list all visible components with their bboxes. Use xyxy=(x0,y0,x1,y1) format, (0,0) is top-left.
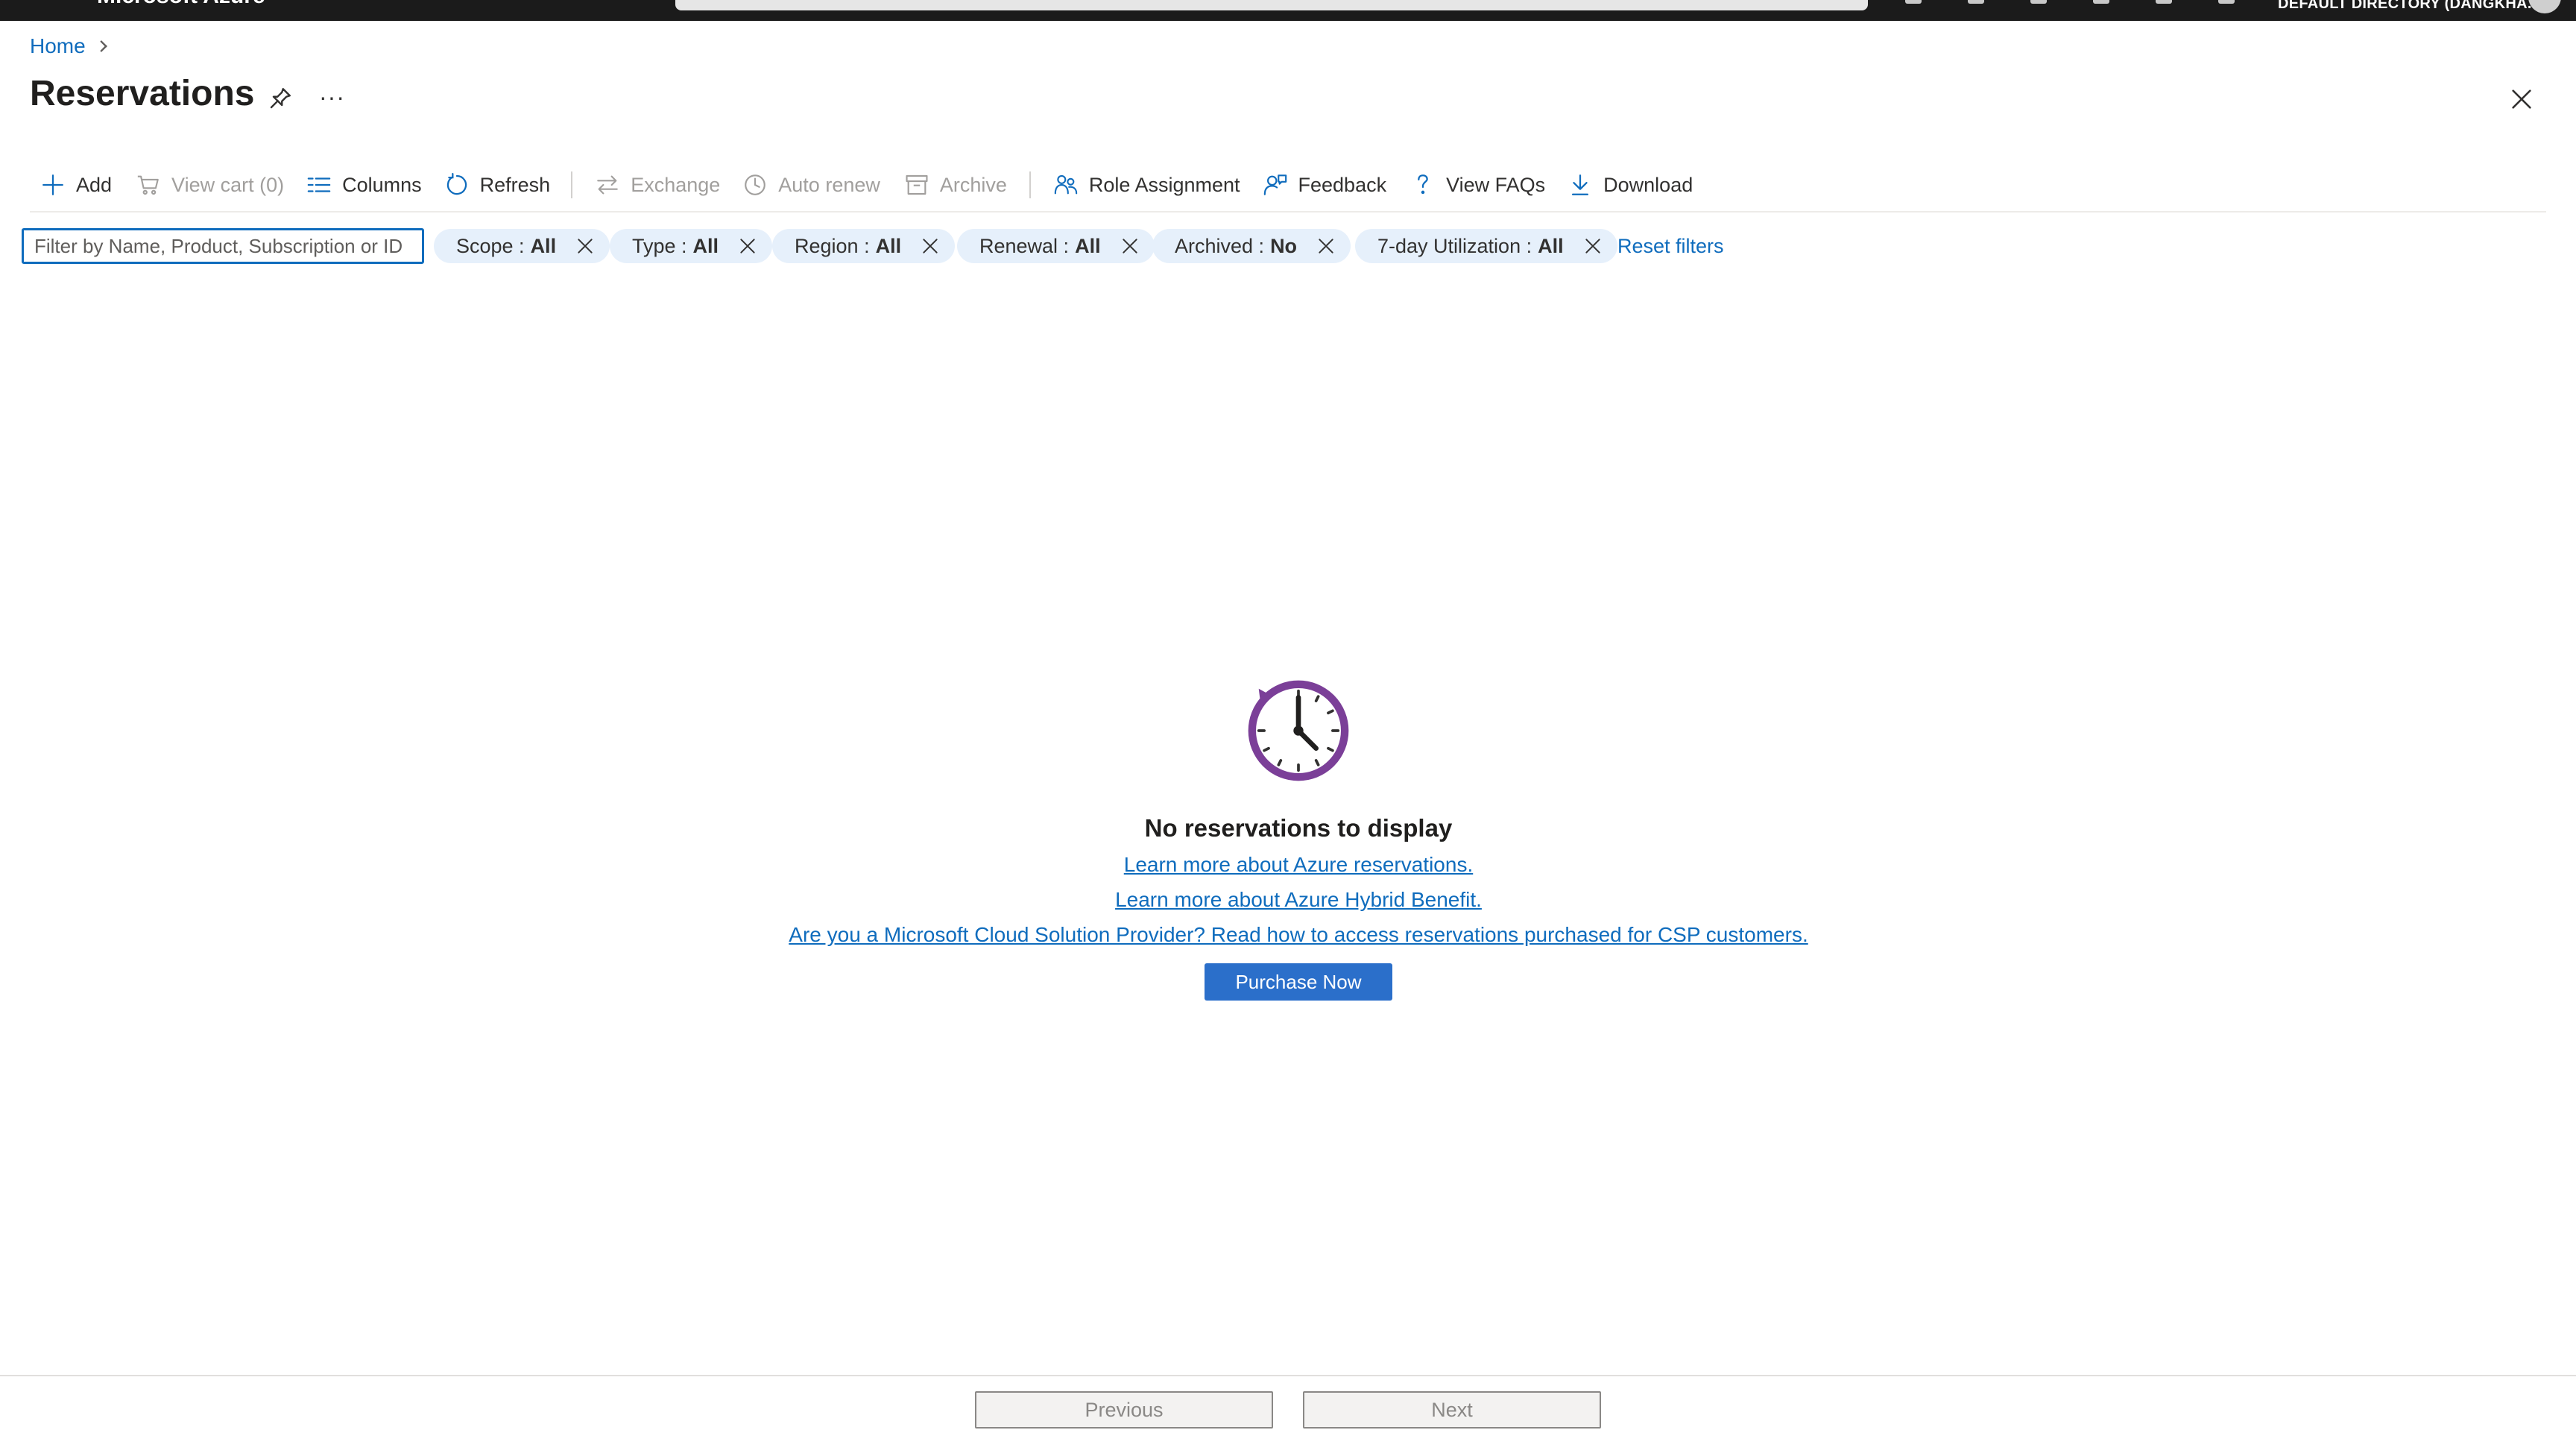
directory-name[interactable]: DEFAULT DIRECTORY (DANGKHA... xyxy=(2278,0,2540,13)
add-button-label: Add xyxy=(76,173,113,196)
view-cart-button[interactable]: View cart (0) xyxy=(136,172,284,198)
close-icon[interactable] xyxy=(1583,236,1603,256)
columns-button[interactable]: Columns xyxy=(306,172,422,198)
learn-hybrid-benefit-link[interactable]: Learn more about Azure Hybrid Benefit. xyxy=(0,888,2576,912)
exchange-icon xyxy=(597,175,618,195)
clock-icon xyxy=(1248,680,1349,781)
previous-page-button[interactable]: Previous xyxy=(975,1391,1273,1429)
filter-pill-label: Type : xyxy=(632,234,687,257)
filter-pill-value: No xyxy=(1270,234,1298,257)
close-icon[interactable] xyxy=(1120,236,1140,256)
feedback-button[interactable]: Feedback xyxy=(1263,172,1387,198)
view-faqs-label: View FAQs xyxy=(1446,173,1546,196)
auto-renew-label: Auto renew xyxy=(778,173,880,196)
exchange-button[interactable]: Exchange xyxy=(595,172,720,198)
download-button[interactable]: Download xyxy=(1568,172,1693,198)
download-label: Download xyxy=(1603,173,1693,196)
filter-pill-label: Region : xyxy=(795,234,870,257)
question-icon xyxy=(1418,174,1428,195)
help-icon[interactable] xyxy=(2156,0,2172,4)
filter-pill-label: Renewal : xyxy=(979,234,1070,257)
command-separator xyxy=(1029,171,1031,198)
close-icon[interactable] xyxy=(2509,86,2534,112)
filter-pill-utilization[interactable]: 7-day Utilization : All xyxy=(1355,229,1617,263)
archive-button[interactable]: Archive xyxy=(904,172,1007,198)
more-options-icon[interactable]: ··· xyxy=(319,84,345,111)
command-bar: Add View cart (0) Columns Refresh Exchan… xyxy=(30,166,1693,204)
filter-pill-scope[interactable]: Scope : All xyxy=(434,229,610,263)
learn-reservations-link[interactable]: Learn more about Azure reservations. xyxy=(0,853,2576,877)
filter-pill-value: All xyxy=(1075,234,1101,257)
filter-search-input[interactable] xyxy=(22,228,424,264)
archive-label: Archive xyxy=(939,173,1007,196)
view-faqs-button[interactable]: View FAQs xyxy=(1410,172,1545,198)
reset-filters-link[interactable]: Reset filters xyxy=(1617,235,1724,258)
refresh-icon xyxy=(446,172,467,195)
close-icon[interactable] xyxy=(1316,236,1336,256)
notifications-icon[interactable] xyxy=(1968,0,1984,4)
close-icon[interactable] xyxy=(738,236,757,256)
filter-pill-renewal[interactable]: Renewal : All xyxy=(957,229,1155,263)
filter-pill-value: All xyxy=(1538,234,1564,257)
download-icon xyxy=(1572,174,1589,195)
pin-icon[interactable] xyxy=(267,85,294,112)
people-icon xyxy=(1054,174,1078,195)
feedback-label: Feedback xyxy=(1298,173,1387,196)
filter-pill-archived[interactable]: Archived : No xyxy=(1152,229,1351,263)
filter-pill-type[interactable]: Type : All xyxy=(610,229,773,263)
empty-state-title: No reservations to display xyxy=(1144,814,1453,842)
plus-icon xyxy=(42,174,63,195)
columns-icon xyxy=(307,177,331,192)
global-search-input[interactable] xyxy=(675,0,1868,10)
purchase-now-button[interactable]: Purchase Now xyxy=(1205,963,1392,1001)
filter-pill-label: 7-day Utilization : xyxy=(1377,234,1532,257)
close-icon[interactable] xyxy=(575,236,595,256)
chevron-right-icon xyxy=(95,40,107,52)
role-assignment-button[interactable]: Role Assignment xyxy=(1053,172,1240,198)
command-separator xyxy=(571,171,573,198)
breadcrumb: Home xyxy=(30,34,107,58)
next-page-button[interactable]: Next xyxy=(1303,1391,1601,1429)
feedback-top-icon[interactable] xyxy=(2218,0,2235,4)
top-navigation-bar: Microsoft Azure DEFAULT DIRECTORY (DANGK… xyxy=(0,0,2576,21)
columns-label: Columns xyxy=(342,173,422,196)
archive-icon xyxy=(906,174,928,195)
refresh-label: Refresh xyxy=(479,173,551,196)
role-assignment-label: Role Assignment xyxy=(1088,173,1240,196)
csp-reservations-link[interactable]: Are you a Microsoft Cloud Solution Provi… xyxy=(0,923,2576,947)
auto-renew-button[interactable]: Auto renew xyxy=(742,172,880,198)
footer-divider xyxy=(0,1375,2576,1376)
cart-icon xyxy=(137,175,159,195)
cloud-shell-icon[interactable] xyxy=(1905,0,1922,4)
brand-name[interactable]: Microsoft Azure xyxy=(97,0,265,9)
clock-icon xyxy=(745,174,766,195)
filter-pill-region[interactable]: Region : All xyxy=(772,229,956,263)
filter-pill-label: Scope : xyxy=(456,234,525,257)
page-title: Reservations xyxy=(30,74,255,113)
command-bar-divider xyxy=(30,211,2546,212)
settings-icon[interactable] xyxy=(2030,0,2047,4)
breadcrumb-home-link[interactable]: Home xyxy=(30,34,86,58)
view-cart-label: View cart (0) xyxy=(171,173,285,196)
filter-pill-value: All xyxy=(692,234,719,257)
filter-pill-label: Archived : xyxy=(1175,234,1265,257)
close-icon[interactable] xyxy=(921,236,940,256)
feedback-icon xyxy=(1263,174,1287,195)
refresh-button[interactable]: Refresh xyxy=(444,172,551,198)
filter-pill-value: All xyxy=(530,234,557,257)
support-icon[interactable] xyxy=(2093,0,2109,4)
exchange-label: Exchange xyxy=(631,173,721,196)
filter-pill-value: All xyxy=(875,234,902,257)
add-button[interactable]: Add xyxy=(40,172,112,198)
topbar-icons xyxy=(1905,0,2235,6)
